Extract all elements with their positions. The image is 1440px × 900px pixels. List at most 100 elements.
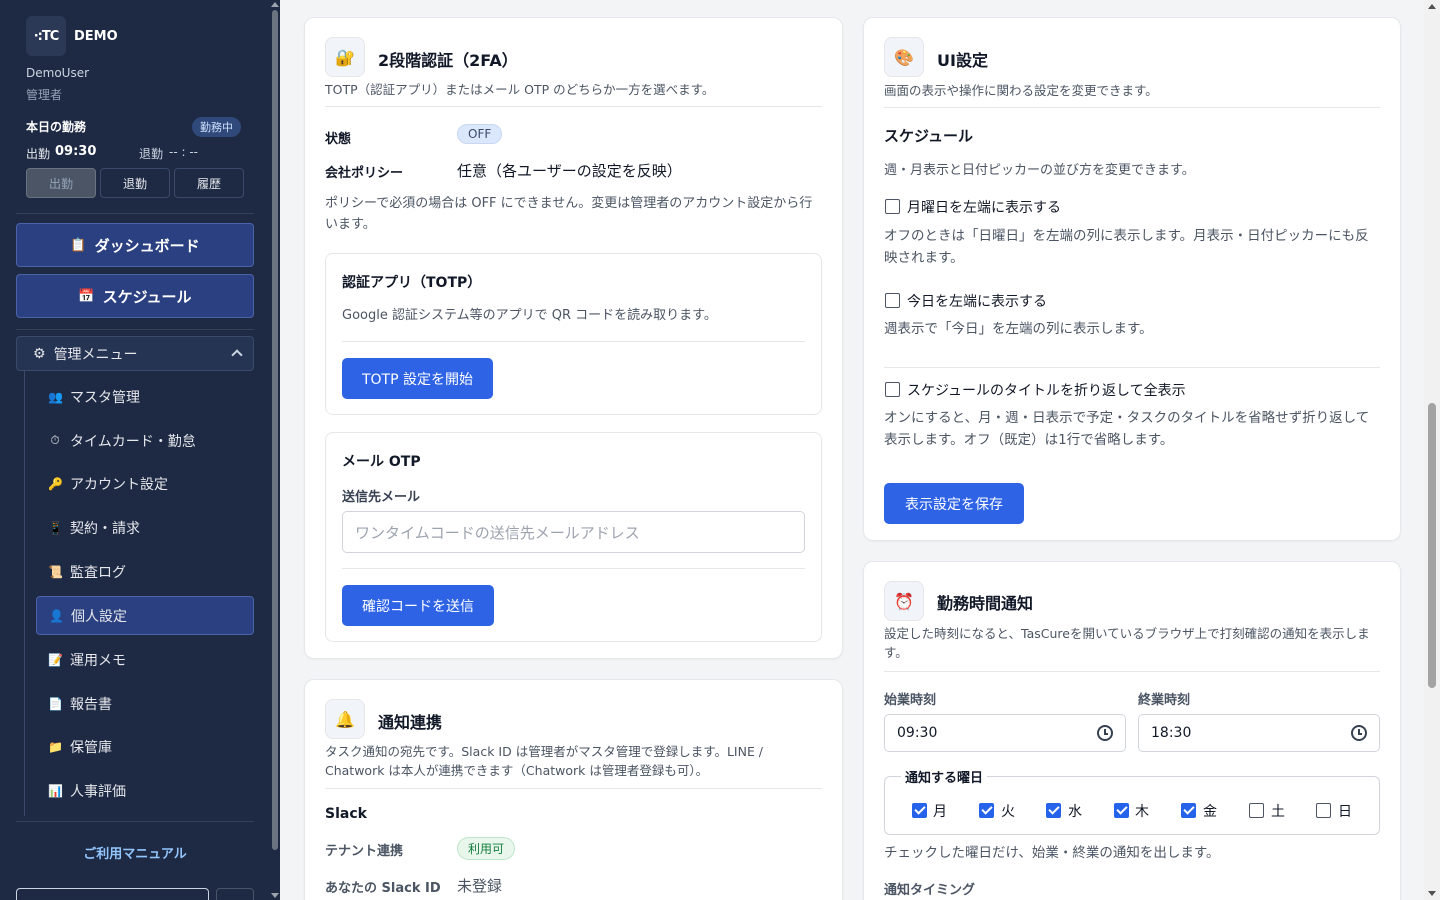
sidebar-item-memo[interactable]: 📝 運用メモ [36,640,254,679]
sidebar-item-report[interactable]: 📄 報告書 [36,684,254,723]
brand[interactable]: ·:TC DEMO [26,16,118,56]
user-role: 管理者 [26,88,63,102]
clock-icon[interactable] [1097,725,1113,741]
divider [342,568,805,569]
end-time-label: 終業時刻 [1138,693,1191,708]
tenant-status-badge: 利用可 [457,837,516,860]
day-tue-label[interactable]: 火 [1001,801,1015,821]
divider [325,788,822,789]
notify-title: 通知連携 [378,713,443,732]
nav-schedule-label: スケジュール [102,287,192,306]
day-fri-checkbox[interactable] [1181,803,1196,818]
status-label: 状態 [325,132,352,147]
clock-out-button[interactable]: 退勤 [100,168,170,198]
wrap-title-checkbox[interactable] [885,382,900,397]
nav-dashboard-label: ダッシュボード [94,236,200,255]
day-sun-label[interactable]: 日 [1338,801,1352,821]
sidebar-item-label: マスタ管理 [70,389,140,406]
sidebar-item-audit[interactable]: 📜 監査ログ [36,552,254,591]
slack-heading: Slack [325,806,367,822]
sidebar-item-label: 報告書 [70,696,112,713]
mail-input[interactable]: ワンタイムコードの送信先メールアドレス [342,511,805,553]
day-wed-label[interactable]: 水 [1068,801,1082,821]
today-first-label[interactable]: 今日を左端に表示する [907,291,1047,311]
slack-id-value: 未登録 [457,877,503,895]
sidebar-item-label: 人事評価 [70,783,126,800]
divider [16,213,254,214]
memo-icon: 📝 [48,652,63,667]
send-code-button[interactable]: 確認コードを送信 [342,585,494,626]
scroll-down-icon[interactable] [271,893,279,898]
day-mon-checkbox[interactable] [912,803,927,818]
sidebar-item-account[interactable]: 🔑 アカウント設定 [36,464,254,503]
sidebar-item-contract[interactable]: 📱 契約・請求 [36,508,254,547]
scroll-icon: 📜 [48,564,63,579]
day-wed-checkbox[interactable] [1046,803,1061,818]
sidebar-scrollbar[interactable] [270,0,280,900]
wrap-title-label[interactable]: スケジュールのタイトルを折り返して全表示 [907,380,1186,400]
totp-start-button[interactable]: TOTP 設定を開始 [342,358,493,399]
save-display-button[interactable]: 表示設定を保存 [884,483,1024,524]
scroll-down-icon[interactable] [1428,891,1436,896]
monday-first-label[interactable]: 月曜日を左端に表示する [907,197,1061,217]
clock-icon[interactable] [1351,725,1367,741]
monday-first-desc: オフのときは「日曜日」を左端の列に表示します。月表示・日付ピッカーにも反映されま… [884,228,1369,266]
palette-icon: 🎨 [884,37,924,77]
scroll-up-icon[interactable] [271,2,279,7]
sidebar-item-label: 契約・請求 [70,520,140,537]
wrap-title-desc: オンにすると、月・週・日表示で予定・タスクのタイトルを省略せず折り返して表示しま… [884,410,1370,448]
day-fri-label[interactable]: 金 [1203,801,1217,821]
monday-first-checkbox[interactable] [885,199,900,214]
manual-link[interactable]: ご利用マニュアル [0,843,270,862]
end-time-value: 18:30 [1151,725,1192,741]
notify-card: 🔔 通知連携 タスク通知の宛先です。Slack ID は管理者がマスタ管理で登録… [304,679,843,900]
worktime-card: ⏰ 勤務時間通知 設定した時刻になると、TasCureを開いているブラウザ上で打… [863,561,1401,900]
day-thu-label[interactable]: 木 [1135,801,1149,821]
worktime-desc: 設定した時刻になると、TasCureを開いているブラウザ上で打刻確認の通知を表示… [884,626,1370,661]
phone-icon: 📱 [48,520,63,535]
day-sat-label[interactable]: 土 [1271,801,1285,821]
main-content: 🔐 2段階認証（2FA） TOTP（認証アプリ）またはメール OTP のどちらか… [280,0,1424,900]
sidebar-item-label: 監査ログ [70,564,126,581]
scroll-up-icon[interactable] [1428,4,1436,9]
start-time-value: 09:30 [897,725,938,741]
ui-desc: 画面の表示や操作に関わる設定を変更できます。 [884,83,1158,98]
page-scroll-thumb[interactable] [1428,403,1436,688]
end-time-input[interactable]: 18:30 [1138,714,1380,752]
sidebar-item-timecard[interactable]: ⏱ タイムカード・勤怠 [36,421,254,460]
admin-menu-label: 管理メニュー [53,346,138,363]
sidebar-item-evaluation[interactable]: 📊 人事評価 [36,771,254,810]
clock-in-button[interactable]: 出勤 [26,168,96,198]
key-icon: 🔑 [48,476,63,491]
day-thu-checkbox[interactable] [1114,803,1129,818]
page-scrollbar[interactable] [1424,0,1440,900]
start-time-input[interactable]: 09:30 [884,714,1126,752]
policy-note: ポリシーで必須の場合は OFF にできません。変更は管理者のアカウント設定から行… [325,196,813,232]
day-sun-checkbox[interactable] [1316,803,1331,818]
document-icon: 📄 [48,696,63,711]
sidebar-scroll-thumb[interactable] [272,10,278,850]
sidebar-item-personal[interactable]: 👤 個人設定 [36,596,254,635]
sidebar-bottom-control[interactable] [16,888,209,900]
sidebar-item-master[interactable]: 👥 マスタ管理 [36,377,254,416]
today-first-checkbox[interactable] [885,293,900,308]
admin-menu-toggle[interactable]: ⚙ 管理メニュー [16,336,254,371]
nav-schedule[interactable]: 📅 スケジュール [16,274,254,318]
users-icon: 👥 [48,389,63,404]
sidebar-item-label: 個人設定 [71,608,127,625]
history-button[interactable]: 履歴 [174,168,244,198]
sidebar-item-vault[interactable]: 📁 保管庫 [36,727,254,766]
status-badge: OFF [457,124,503,144]
nav-dashboard[interactable]: 📋 ダッシュボード [16,223,254,267]
day-mon-label[interactable]: 月 [933,801,947,821]
sidebar-bottom-button[interactable] [216,888,254,900]
chevron-up-icon [231,349,243,361]
clipboard-icon: 📋 [70,237,87,253]
day-tue-checkbox[interactable] [979,803,994,818]
attendance-title: 本日の勤務 [26,120,87,134]
divider [884,107,1380,108]
divider [16,329,254,330]
totp-desc: Google 認証システム等のアプリで QR コードを読み取ります。 [342,308,717,323]
chart-icon: 📊 [48,783,63,798]
day-sat-checkbox[interactable] [1249,803,1264,818]
